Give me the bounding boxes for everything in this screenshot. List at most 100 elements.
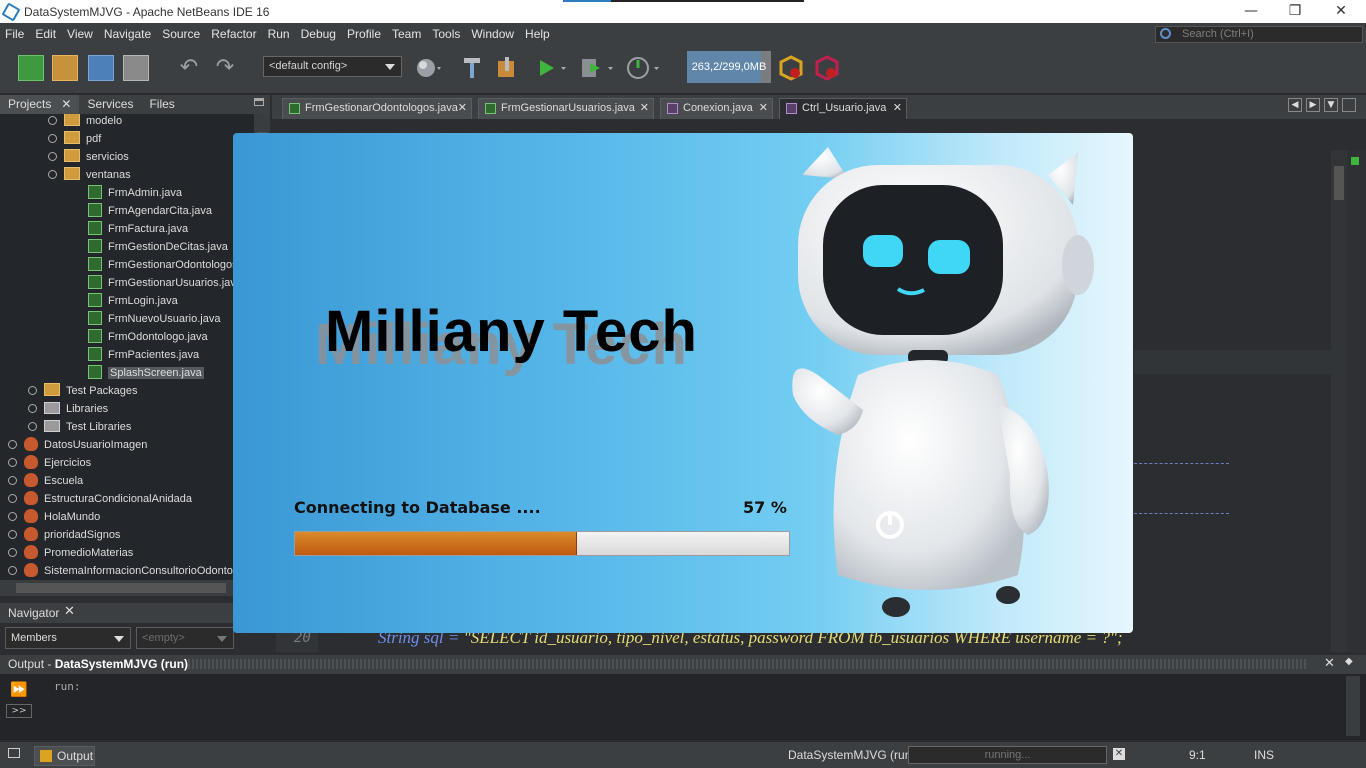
tab-projects[interactable]: Projects ✕	[0, 95, 80, 114]
output-window[interactable]	[0, 674, 1366, 740]
expand-toggle-icon[interactable]	[48, 152, 57, 161]
tree-node[interactable]: FrmAdmin.java	[88, 184, 182, 202]
drag-handle[interactable]	[188, 659, 1308, 669]
tree-node[interactable]: FrmPacientes.java	[88, 346, 199, 364]
tree-node[interactable]: DatosUsuarioImagen	[8, 436, 147, 454]
tree-node[interactable]: servicios	[48, 148, 129, 166]
new-file-icon[interactable]	[18, 55, 44, 81]
close-icon[interactable]: ✕	[64, 604, 75, 619]
tab-frm-gestionar-usuarios[interactable]: FrmGestionarUsuarios.java ✕	[478, 98, 654, 119]
gc-icon[interactable]	[778, 55, 804, 81]
window-icon[interactable]	[8, 748, 20, 758]
tree-node[interactable]: Ejercicios	[8, 454, 91, 472]
tab-conexion[interactable]: Conexion.java ✕	[660, 98, 773, 119]
maximize-icon[interactable]: ◆	[1345, 656, 1353, 667]
menu-navigate[interactable]: Navigate	[104, 27, 151, 41]
open-project-icon[interactable]	[88, 55, 114, 81]
close-project-icon[interactable]	[123, 55, 149, 81]
expand-toggle-icon[interactable]	[28, 386, 37, 395]
tab-ctrl-usuario[interactable]: Ctrl_Usuario.java ✕	[779, 98, 907, 119]
profile-icon[interactable]	[626, 55, 659, 81]
tree-node[interactable]: FrmNuevoUsuario.java	[88, 310, 220, 328]
tree-node[interactable]: prioridadSignos	[8, 526, 120, 544]
more-actions-icon[interactable]: >>	[6, 704, 32, 718]
config-select[interactable]: <default config>	[263, 56, 402, 77]
clean-build-icon[interactable]	[495, 55, 521, 81]
chevron-right-icon[interactable]: ▶	[1306, 98, 1320, 112]
tree-node[interactable]: PromedioMaterias	[8, 544, 133, 562]
minimize-button[interactable]: —	[1228, 0, 1274, 23]
expand-toggle-icon[interactable]	[8, 476, 17, 485]
tree-horizontal-scrollbar[interactable]	[0, 580, 270, 596]
tree-node[interactable]: EstructuraCondicionalAnidada	[8, 490, 192, 508]
tree-node[interactable]: SplashScreen.java	[88, 364, 204, 382]
cancel-gc-icon[interactable]	[814, 55, 840, 81]
restore-button[interactable]: ❐	[1272, 0, 1318, 23]
editor-vertical-scrollbar[interactable]	[1331, 150, 1347, 652]
rerun-icon[interactable]: ⏩	[10, 682, 27, 698]
expand-toggle-icon[interactable]	[8, 530, 17, 539]
close-icon[interactable]: ✕	[1324, 656, 1335, 671]
expand-toggle-icon[interactable]	[8, 548, 17, 557]
close-window-button[interactable]: ✕	[1318, 0, 1364, 23]
cancel-task-icon[interactable]: ✕	[1113, 748, 1125, 760]
menu-tools[interactable]: Tools	[432, 27, 460, 41]
expand-toggle-icon[interactable]	[8, 566, 17, 575]
menu-file[interactable]: File	[5, 27, 24, 41]
build-icon[interactable]	[460, 55, 486, 81]
tree-node[interactable]: HolaMundo	[8, 508, 100, 526]
expand-toggle-icon[interactable]	[48, 134, 57, 143]
undo-icon[interactable]: ↶	[176, 55, 202, 81]
tree-node[interactable]: Test Libraries	[28, 418, 131, 436]
menu-edit[interactable]: Edit	[35, 27, 56, 41]
navigator-filter-select[interactable]: Members	[5, 627, 131, 649]
tree-node[interactable]: Libraries	[28, 400, 108, 418]
tree-node[interactable]: SistemaInformacionConsultorioOdonto	[8, 562, 233, 580]
tree-node[interactable]: FrmOdontologo.java	[88, 328, 208, 346]
tree-node[interactable]: FrmAgendarCita.java	[88, 202, 212, 220]
menu-window[interactable]: Window	[471, 27, 514, 41]
tree-node[interactable]: ventanas	[48, 166, 131, 184]
maximize-editor-icon[interactable]	[1342, 98, 1356, 112]
menu-team[interactable]: Team	[392, 27, 421, 41]
tree-node[interactable]: Escuela	[8, 472, 83, 490]
tab-files[interactable]: Files	[141, 95, 182, 114]
chevron-down-icon[interactable]: ▼	[1324, 98, 1338, 112]
menu-run[interactable]: Run	[268, 27, 290, 41]
browser-icon[interactable]	[415, 55, 441, 81]
menu-source[interactable]: Source	[162, 27, 200, 41]
menu-refactor[interactable]: Refactor	[211, 27, 256, 41]
redo-icon[interactable]: ↷	[212, 55, 238, 81]
menu-help[interactable]: Help	[525, 27, 550, 41]
tree-node[interactable]: FrmLogin.java	[88, 292, 178, 310]
tree-node[interactable]: modelo	[48, 114, 122, 130]
debug-icon[interactable]	[580, 55, 613, 81]
menu-view[interactable]: View	[67, 27, 93, 41]
expand-toggle-icon[interactable]	[48, 170, 57, 179]
minimize-panel-icon[interactable]	[254, 98, 264, 106]
menu-debug[interactable]: Debug	[301, 27, 336, 41]
expand-toggle-icon[interactable]	[28, 422, 37, 431]
expand-toggle-icon[interactable]	[8, 458, 17, 467]
search-input[interactable]: Search (Ctrl+I)	[1155, 26, 1363, 43]
navigator-secondary-select[interactable]: <empty>	[136, 627, 234, 649]
menu-profile[interactable]: Profile	[347, 27, 381, 41]
output-toggle-button[interactable]: Output	[34, 746, 95, 766]
tab-services[interactable]: Services	[79, 95, 141, 114]
tree-node[interactable]: FrmGestionDeCitas.java	[88, 238, 228, 256]
chevron-left-icon[interactable]: ◀	[1288, 98, 1302, 112]
memory-indicator[interactable]: 263,2/299,0MB	[687, 51, 771, 83]
expand-toggle-icon[interactable]	[8, 440, 17, 449]
tree-node[interactable]: Test Packages	[28, 382, 138, 400]
tree-node[interactable]: FrmGestionarOdontologos	[88, 256, 238, 274]
run-icon[interactable]	[536, 55, 566, 81]
tree-node[interactable]: pdf	[48, 130, 101, 148]
tree-node[interactable]: FrmGestionarUsuarios.jav	[88, 274, 236, 292]
expand-toggle-icon[interactable]	[8, 494, 17, 503]
expand-toggle-icon[interactable]	[28, 404, 37, 413]
expand-toggle-icon[interactable]	[8, 512, 17, 521]
tree-node[interactable]: FrmFactura.java	[88, 220, 188, 238]
new-project-icon[interactable]	[52, 55, 78, 81]
expand-toggle-icon[interactable]	[48, 116, 57, 125]
tab-frm-gestionar-odontologos[interactable]: FrmGestionarOdontologos.java ✕	[282, 98, 472, 119]
